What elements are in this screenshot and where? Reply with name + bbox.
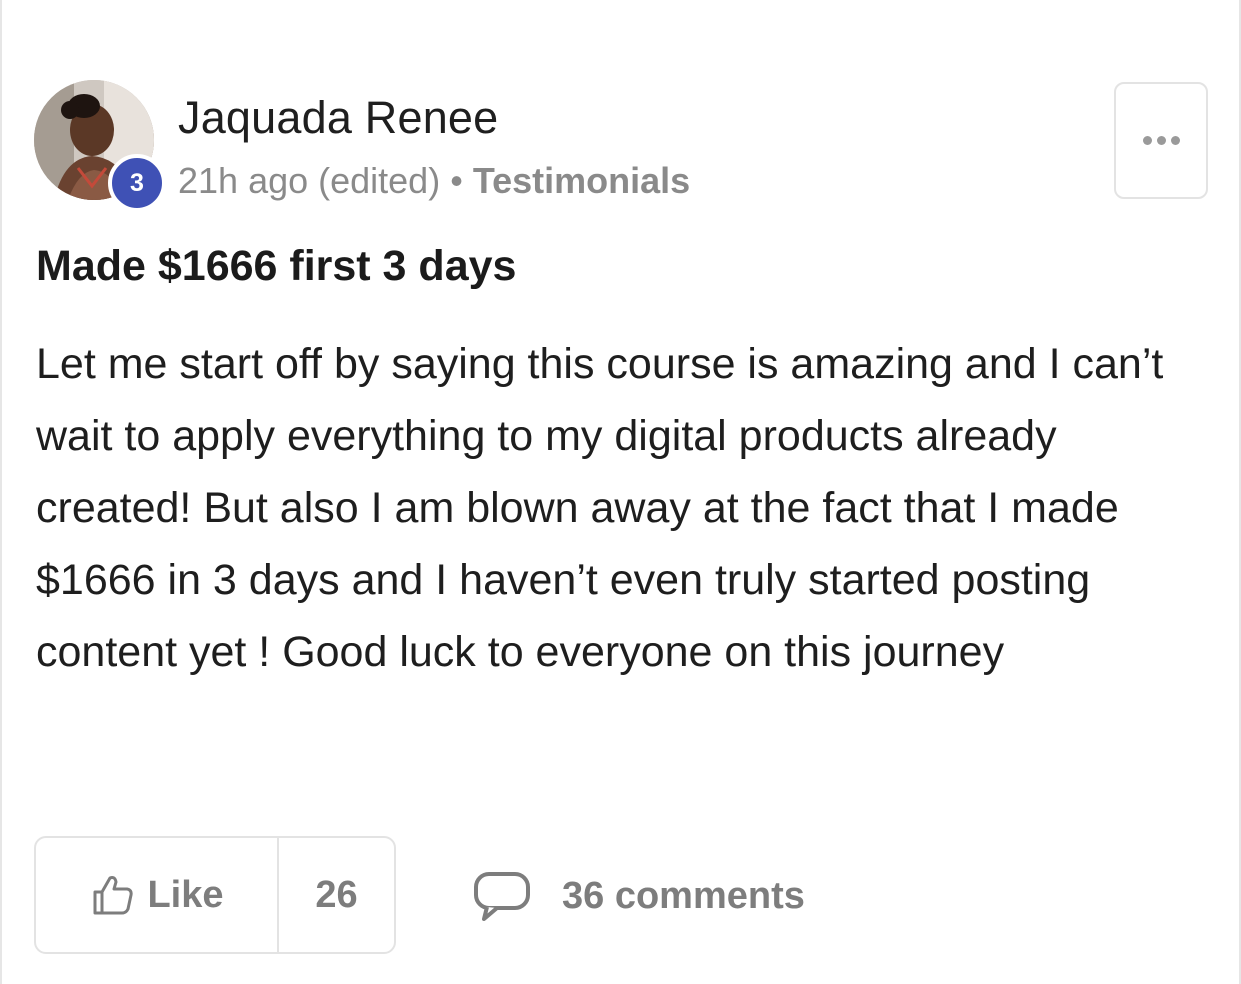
post-card: 3 Jaquada Renee 21h ago (edited) • Testimo… bbox=[0, 0, 1241, 984]
like-count[interactable]: 26 bbox=[279, 838, 394, 952]
post-category[interactable]: Testimonials bbox=[473, 160, 690, 201]
post-time: 21h ago (edited) bbox=[178, 160, 441, 201]
more-options-button[interactable] bbox=[1114, 82, 1208, 199]
post-meta: 21h ago (edited) • Testimonials bbox=[178, 160, 690, 202]
like-button[interactable]: Like bbox=[36, 838, 279, 952]
more-horizontal-icon bbox=[1142, 136, 1180, 145]
comments-button[interactable]: 36 comments bbox=[472, 866, 805, 926]
thumbs-up-icon bbox=[93, 876, 134, 915]
post-body: Let me start off by saying this course i… bbox=[36, 340, 1164, 676]
like-label: Like bbox=[147, 873, 224, 916]
like-group: Like 26 bbox=[34, 836, 396, 954]
author-name[interactable]: Jaquada Renee bbox=[178, 92, 498, 144]
comment-bubble-icon bbox=[474, 872, 530, 921]
post-title: Made $1666 first 3 days bbox=[36, 242, 517, 290]
comments-count: 36 comments bbox=[562, 874, 805, 917]
meta-separator: • bbox=[450, 160, 463, 201]
level-badge: 3 bbox=[108, 154, 166, 212]
